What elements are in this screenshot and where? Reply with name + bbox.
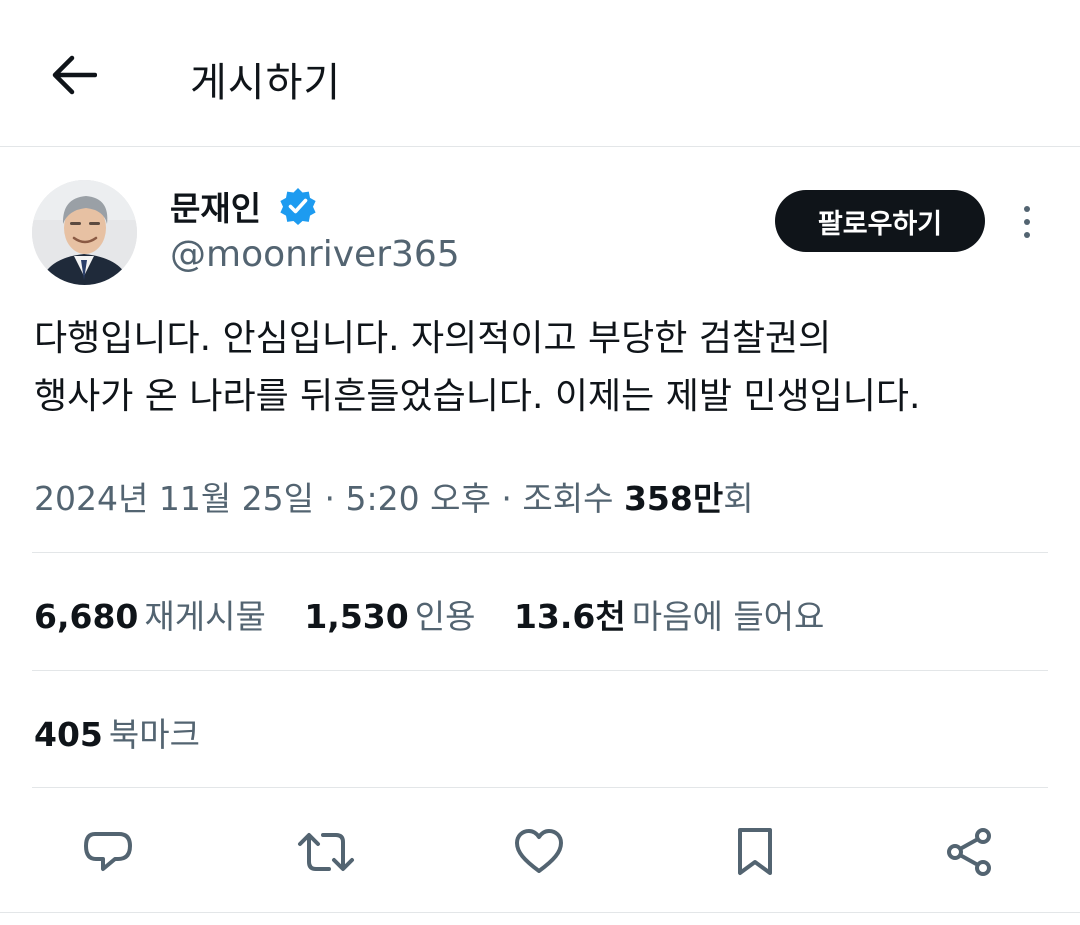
author-name[interactable]: 문재인 [170, 182, 261, 230]
repost-button[interactable] [294, 820, 358, 884]
action-bar [0, 820, 1080, 884]
reply-button[interactable] [76, 820, 140, 884]
share-icon [947, 828, 991, 876]
retweet-icon [298, 833, 354, 871]
bookmarks-count: 405 [34, 715, 103, 754]
tweet-text: 다행입니다. 안심입니다. 자의적이고 부당한 검찰권의 행사가 온 나라를 뒤… [34, 310, 1054, 426]
reposts-stat[interactable]: 6,680 재게시물 [34, 590, 266, 638]
divider [32, 670, 1048, 671]
verified-badge-icon [278, 186, 318, 226]
tweet-line: 다행입니다. 안심입니다. 자의적이고 부당한 검찰권의 [34, 318, 832, 359]
share-button[interactable] [938, 820, 1002, 884]
meta-separator: · [324, 479, 336, 518]
author-handle[interactable]: @moonriver365 [170, 234, 460, 275]
tweet-date: 2024년 11월 25일 [34, 479, 315, 518]
reply-icon [84, 832, 132, 871]
tweet-meta: 2024년 11월 25일 · 5:20 오후 · 조회수 358만회 [34, 472, 754, 520]
quotes-stat[interactable]: 1,530 인용 [304, 590, 475, 638]
bookmark-icon [738, 828, 772, 875]
top-app-bar: 게시하기 [0, 0, 1080, 147]
likes-label: 마음에 들어요 [631, 597, 825, 636]
likes-count: 13.6천 [513, 597, 626, 636]
bookmarks-label: 북마크 [108, 715, 200, 754]
divider [32, 787, 1048, 788]
follow-button[interactable]: 팔로우하기 [775, 190, 985, 252]
avatar[interactable] [32, 180, 137, 285]
tweet-time: 5:20 오후 [345, 479, 491, 518]
divider [32, 552, 1048, 553]
engagement-stats: 6,680 재게시물 1,530 인용 13.6천 마음에 들어요 [34, 590, 852, 638]
like-icon [515, 829, 563, 873]
bookmarks-stat[interactable]: 405 북마크 [34, 708, 200, 756]
views-label: 조회수 [522, 479, 614, 518]
quotes-count: 1,530 [304, 597, 409, 636]
reposts-label: 재게시물 [144, 597, 266, 636]
back-button[interactable] [40, 44, 108, 106]
profile-photo [32, 180, 137, 285]
tweet-line: 행사가 온 나라를 뒤흔들었습니다. 이제는 제발 민생입니다. [34, 376, 921, 417]
quotes-label: 인용 [414, 597, 476, 636]
likes-stat[interactable]: 13.6천 마음에 들어요 [514, 590, 824, 638]
meta-separator: · [501, 479, 512, 518]
arrow-left-icon [52, 55, 97, 95]
bookmark-button[interactable] [723, 820, 787, 884]
like-button[interactable] [507, 820, 571, 884]
views-count: 358만 [623, 479, 724, 518]
divider [0, 912, 1080, 913]
page-title: 게시하기 [190, 60, 342, 106]
reposts-count: 6,680 [34, 597, 139, 636]
more-options-icon[interactable] [1010, 200, 1044, 244]
views-suffix: 회 [723, 479, 754, 518]
